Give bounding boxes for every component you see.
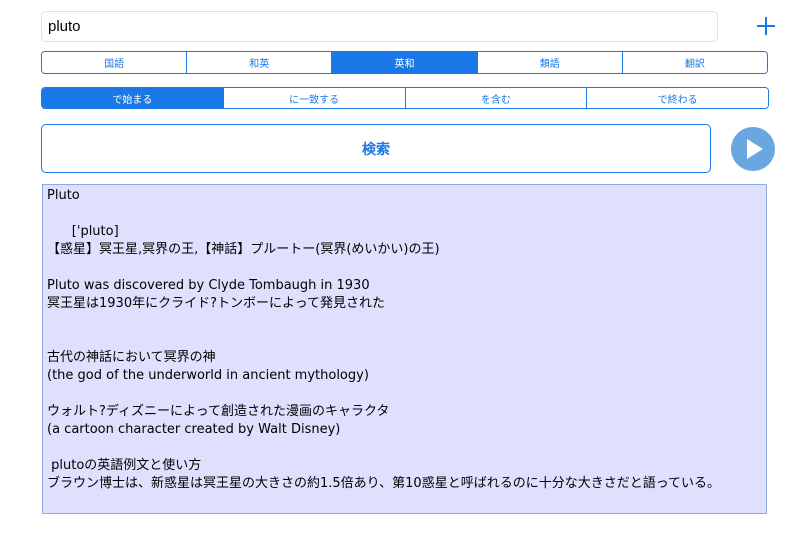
search-button[interactable]: 検索: [41, 124, 711, 173]
match-mode-selector: で始まる に一致する を含む で終わる: [41, 87, 769, 109]
usage-title: plutoの英語例文と使い方: [47, 458, 202, 473]
tab-ruigo[interactable]: 類語: [476, 52, 622, 73]
tab-waei[interactable]: 和英: [186, 52, 332, 73]
match-exact[interactable]: に一致する: [222, 88, 405, 108]
sense-1-english: (the god of the underworld in ancient my…: [47, 368, 369, 383]
headword: Pluto: [47, 188, 80, 203]
definition: 【惑星】冥王星,冥界の王,【神話】プルートー(冥界(めいかい)の王): [47, 242, 440, 257]
search-input[interactable]: [41, 11, 718, 42]
tab-kokugo[interactable]: 国語: [42, 52, 187, 73]
sense-2-english: (a cartoon character created by Walt Dis…: [47, 422, 341, 437]
play-icon: [747, 139, 763, 159]
result-text-area[interactable]: Pluto ['pluto] 【惑星】冥王星,冥界の王,【神話】プルートー(冥界…: [42, 184, 767, 514]
match-contains[interactable]: を含む: [404, 88, 587, 108]
usage-text: ブラウン博士は、新惑星は冥王星の大きさの約1.5倍あり、第10惑星と呼ばれるのに…: [47, 476, 721, 491]
pronunciation: ['pluto]: [47, 224, 119, 239]
example-english: Pluto was discovered by Clyde Tombaugh i…: [47, 278, 370, 293]
tab-eiwa[interactable]: 英和: [331, 52, 477, 73]
add-icon[interactable]: [755, 15, 777, 37]
dictionary-selector: 国語 和英 英和 類語 翻訳: [41, 51, 768, 74]
match-ends-with[interactable]: で終わる: [586, 88, 768, 108]
tab-honyaku[interactable]: 翻訳: [621, 52, 767, 73]
example-japanese: 冥王星は1930年にクライド?トンボーによって発見された: [47, 296, 385, 311]
match-starts-with[interactable]: で始まる: [42, 88, 223, 108]
play-button[interactable]: [731, 127, 775, 171]
sense-2-japanese: ウォルト?ディズニーによって創造された漫画のキャラクタ: [47, 404, 390, 419]
sense-1-japanese: 古代の神話において冥界の神: [47, 350, 216, 365]
